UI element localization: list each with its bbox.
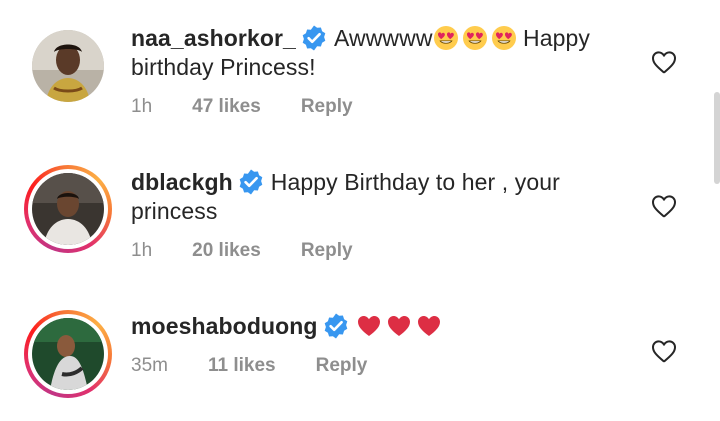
heart-eyes-emoji-icon (462, 26, 487, 50)
like-heart-icon[interactable] (650, 48, 678, 76)
comment-time: 35m (131, 355, 168, 376)
red-heart-emoji-icon (387, 316, 410, 336)
comment-item: moeshaboduong 35m 11 likes Reply (0, 290, 720, 421)
comment-item: dblackgh Happy Birthday to her , your pri… (0, 145, 720, 290)
comment-likes[interactable]: 11 likes (208, 355, 276, 377)
verified-badge-icon (301, 24, 327, 52)
comment-meta: 35m 11 likes Reply (131, 355, 640, 377)
comment-username[interactable]: naa_ashorkor_ (131, 25, 296, 51)
avatar[interactable] (24, 310, 112, 398)
comment-text: naa_ashorkor_ Awwwww Happy birthday Princ… (131, 24, 640, 82)
heart-eyes-emoji-icon (491, 26, 516, 50)
verified-badge-icon (238, 168, 264, 196)
avatar[interactable] (24, 165, 112, 253)
comment-message: Awwwww (333, 25, 433, 51)
avatar-image (32, 30, 104, 102)
comment-text: moeshaboduong (131, 312, 640, 341)
comment-body: dblackgh Happy Birthday to her , your pri… (131, 168, 640, 262)
comment-username[interactable]: dblackgh (131, 169, 233, 195)
red-heart-emoji-icon (357, 316, 380, 336)
comment-meta: 1h 20 likes Reply (131, 240, 640, 262)
avatar[interactable] (24, 22, 112, 110)
avatar-image (32, 318, 104, 390)
heart-eyes-emoji-icon (433, 26, 458, 50)
comment-time: 1h (131, 96, 153, 117)
reply-button[interactable]: Reply (301, 240, 353, 262)
red-heart-emoji-icon (417, 316, 440, 336)
avatar-image (32, 173, 104, 245)
comment-text: dblackgh Happy Birthday to her , your pri… (131, 168, 640, 226)
reply-button[interactable]: Reply (301, 96, 353, 118)
reply-button[interactable]: Reply (316, 355, 368, 377)
comment-likes[interactable]: 20 likes (192, 240, 261, 262)
like-heart-icon[interactable] (650, 192, 678, 220)
comment-body: naa_ashorkor_ Awwwww Happy birthday Princ… (131, 24, 640, 118)
comment-likes[interactable]: 47 likes (192, 96, 261, 118)
verified-badge-icon (322, 312, 349, 340)
like-heart-icon[interactable] (650, 337, 678, 365)
scrollbar[interactable] (714, 92, 720, 184)
comment-username[interactable]: moeshaboduong (131, 313, 318, 339)
comment-item: naa_ashorkor_ Awwwww Happy birthday Princ… (0, 0, 720, 145)
comment-body: moeshaboduong 35m 11 likes Reply (131, 312, 640, 377)
comment-time: 1h (131, 240, 153, 261)
comment-meta: 1h 47 likes Reply (131, 96, 640, 118)
